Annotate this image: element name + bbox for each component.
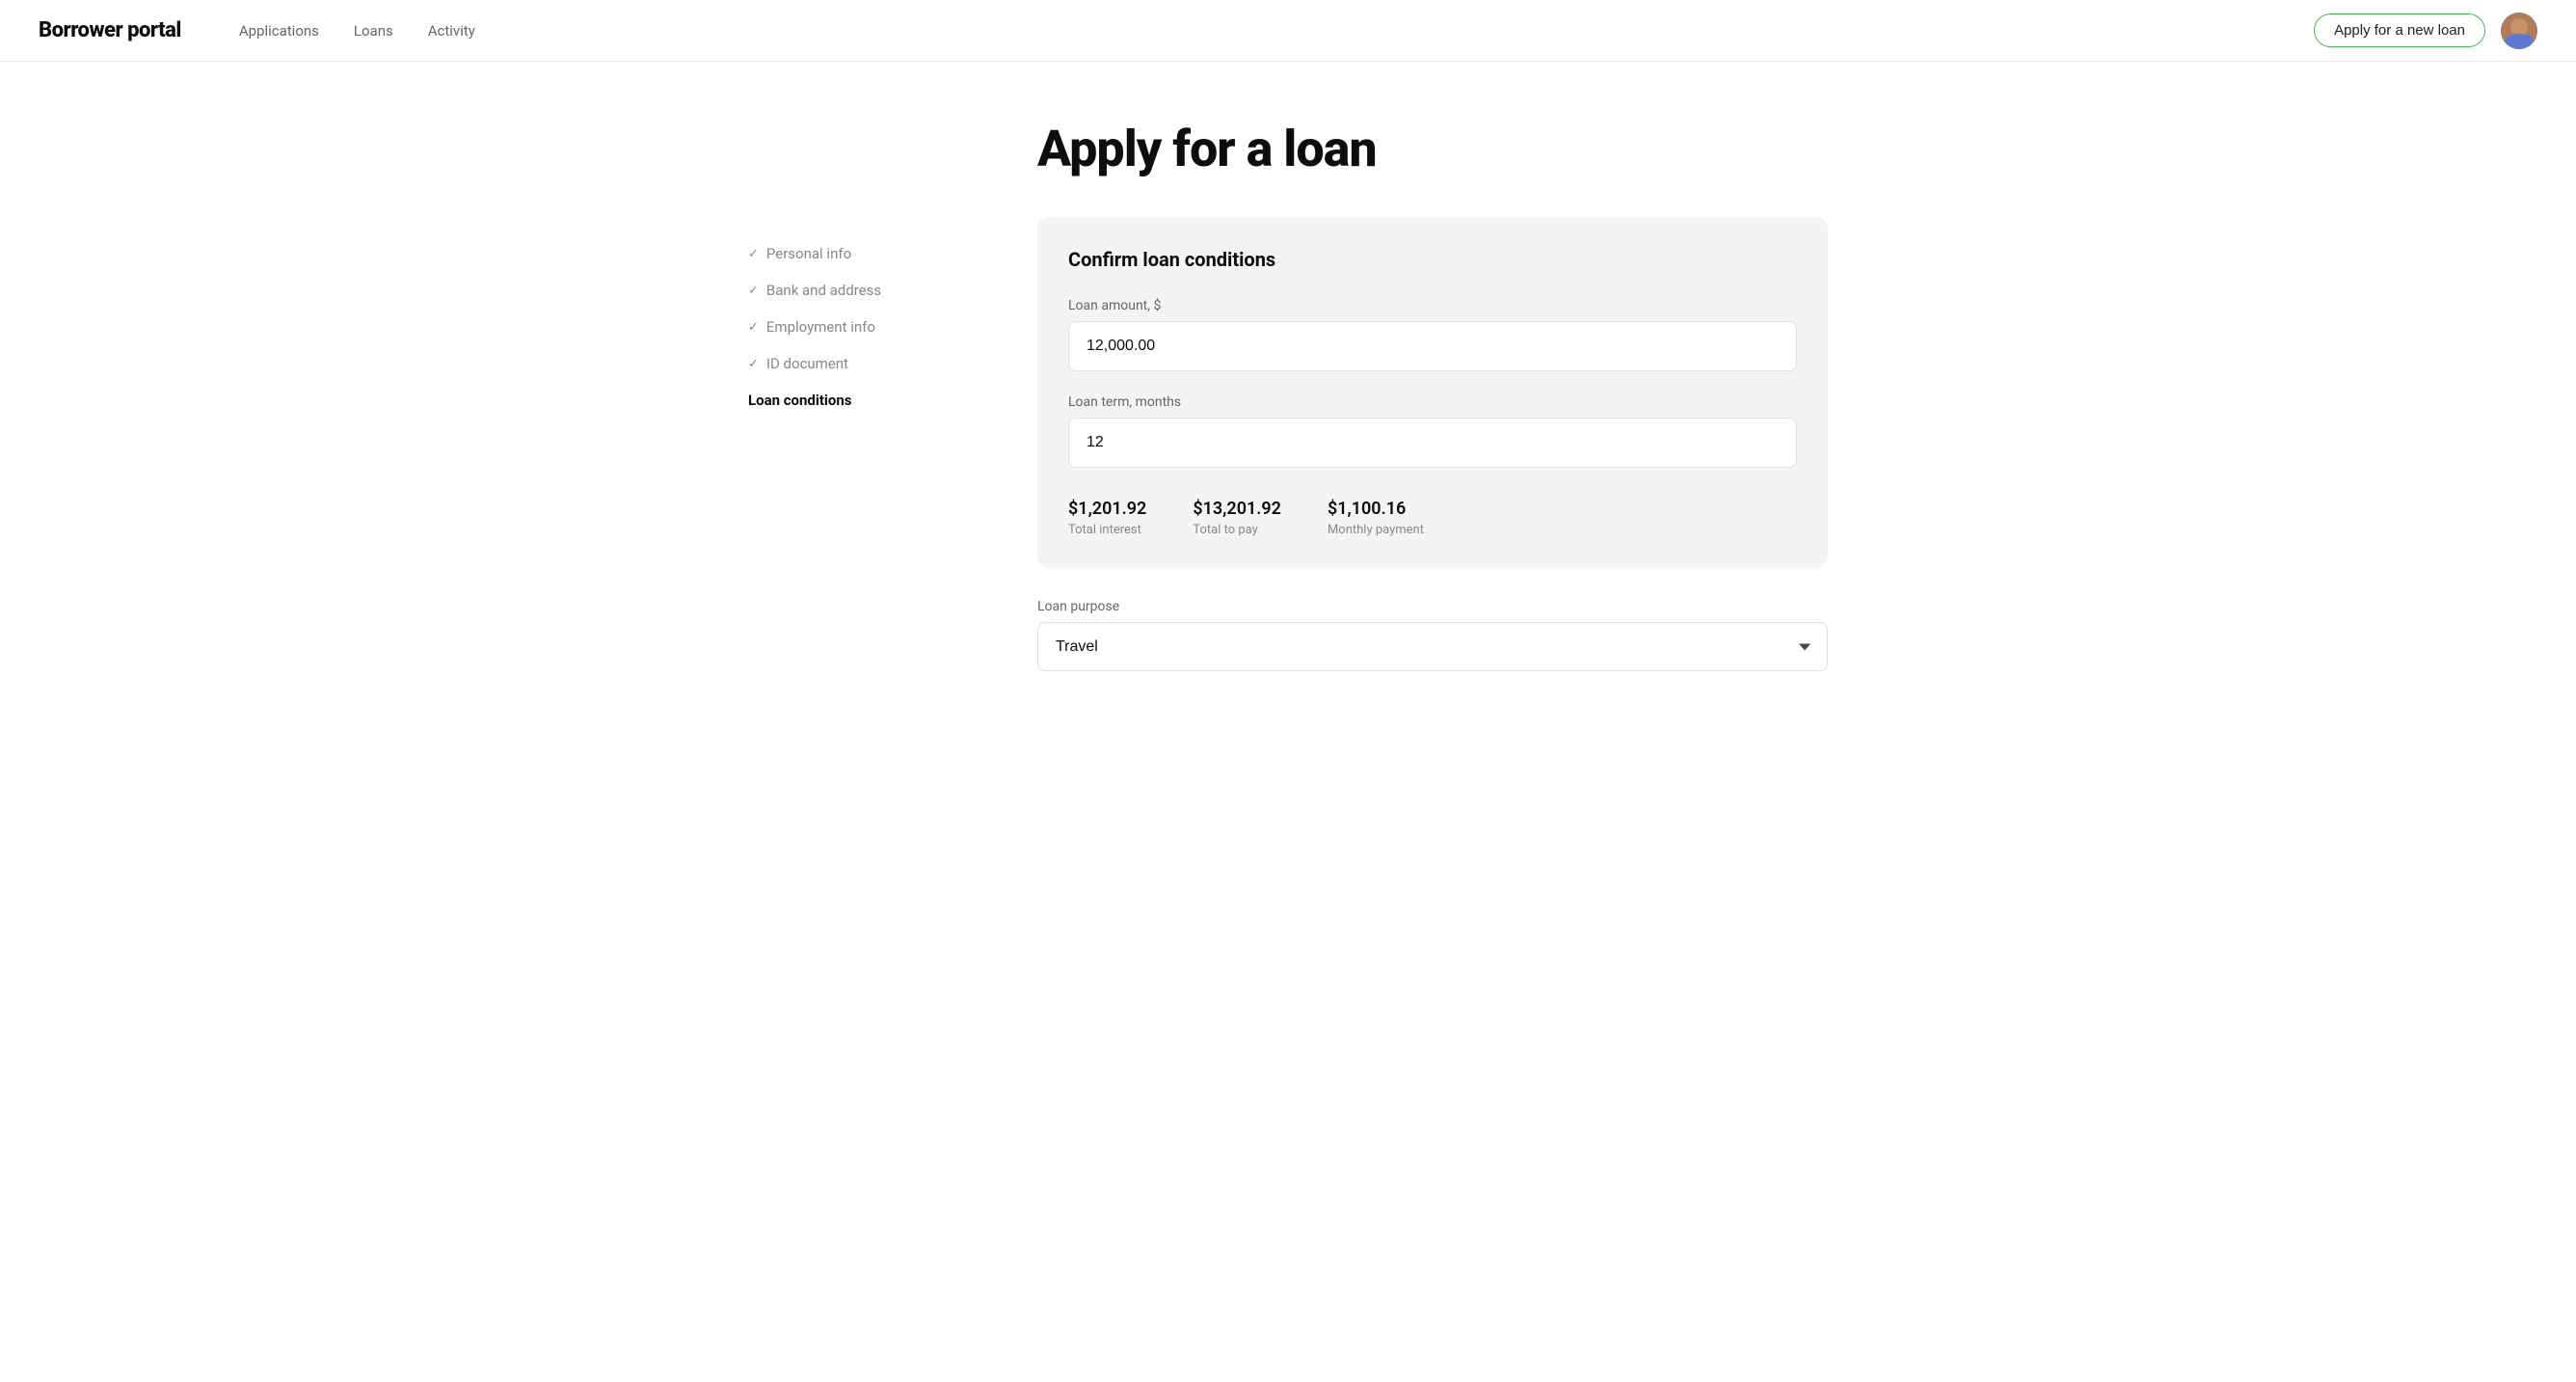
stat-label-total-pay: Total to pay xyxy=(1193,523,1281,537)
check-icon-personal: ✓ xyxy=(748,247,759,261)
sidebar-item-personal-info[interactable]: ✓ Personal info xyxy=(748,235,960,272)
stat-label-interest: Total interest xyxy=(1068,523,1146,537)
nav-activity[interactable]: Activity xyxy=(428,22,475,40)
loan-purpose-select[interactable]: Travel Home improvement Medical Educatio… xyxy=(1037,622,1828,671)
page-container: ✓ Personal info ✓ Bank and address ✓ Emp… xyxy=(710,62,1866,729)
sidebar: ✓ Personal info ✓ Bank and address ✓ Emp… xyxy=(748,120,960,671)
main-content: Apply for a loan Confirm loan conditions… xyxy=(960,120,1828,671)
stat-total-pay: $13,201.92 Total to pay xyxy=(1193,499,1281,537)
card-title: Confirm loan conditions xyxy=(1068,248,1797,271)
site-logo: Borrower portal xyxy=(39,18,181,42)
user-avatar[interactable] xyxy=(2501,13,2537,49)
main-nav: Applications Loans Activity xyxy=(239,22,2314,40)
sidebar-label-id: ID document xyxy=(766,355,848,372)
stat-monthly-payment: $1,100.16 Monthly payment xyxy=(1328,499,1424,537)
sidebar-label-bank: Bank and address xyxy=(766,282,881,299)
sidebar-item-id-document[interactable]: ✓ ID document xyxy=(748,345,960,382)
loan-amount-input[interactable] xyxy=(1068,321,1797,371)
stat-value-monthly: $1,100.16 xyxy=(1328,499,1424,519)
confirm-loan-card: Confirm loan conditions Loan amount, $ L… xyxy=(1037,217,1828,568)
loan-purpose-section: Loan purpose Travel Home improvement Med… xyxy=(1037,599,1828,671)
nav-applications[interactable]: Applications xyxy=(239,22,319,40)
sidebar-item-bank-address[interactable]: ✓ Bank and address xyxy=(748,272,960,309)
check-icon-employment: ✓ xyxy=(748,320,759,335)
page-title: Apply for a loan xyxy=(1037,120,1828,178)
header-right: Apply for a new loan xyxy=(2314,13,2537,49)
sidebar-item-loan-conditions[interactable]: Loan conditions xyxy=(748,382,960,419)
sidebar-label-employment: Employment info xyxy=(766,318,875,336)
stat-label-monthly: Monthly payment xyxy=(1328,523,1424,537)
sidebar-label-personal: Personal info xyxy=(766,245,851,262)
loan-purpose-label: Loan purpose xyxy=(1037,599,1828,614)
stat-value-total-pay: $13,201.92 xyxy=(1193,499,1281,519)
sidebar-item-employment[interactable]: ✓ Employment info xyxy=(748,309,960,345)
check-icon-bank: ✓ xyxy=(748,284,759,298)
nav-loans[interactable]: Loans xyxy=(354,22,393,40)
stat-value-interest: $1,201.92 xyxy=(1068,499,1146,519)
sidebar-label-loan-conditions: Loan conditions xyxy=(748,392,851,409)
stat-total-interest: $1,201.92 Total interest xyxy=(1068,499,1146,537)
stats-row: $1,201.92 Total interest $13,201.92 Tota… xyxy=(1068,499,1797,537)
loan-purpose-select-wrapper: Travel Home improvement Medical Educatio… xyxy=(1037,622,1828,671)
loan-term-label: Loan term, months xyxy=(1068,394,1797,410)
check-icon-id: ✓ xyxy=(748,357,759,371)
loan-term-input[interactable] xyxy=(1068,418,1797,468)
apply-new-loan-button[interactable]: Apply for a new loan xyxy=(2314,14,2485,47)
loan-amount-label: Loan amount, $ xyxy=(1068,298,1797,313)
